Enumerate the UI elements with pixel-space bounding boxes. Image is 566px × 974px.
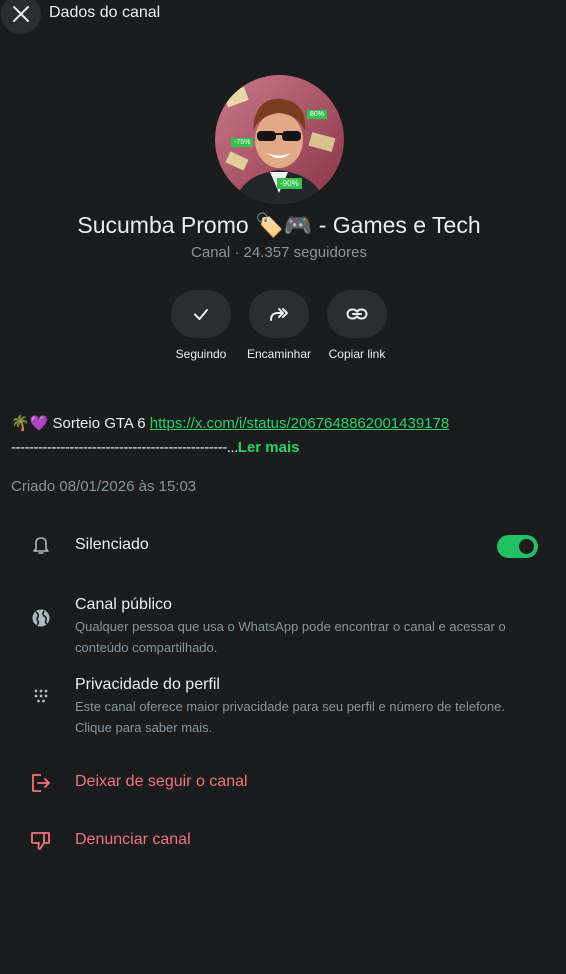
copy-link-label: Copiar link	[328, 347, 386, 361]
report-label: Denunciar canal	[75, 831, 191, 848]
discount-badge: 80%	[307, 110, 328, 119]
channel-followers: Canal · 24.357 seguidores	[191, 244, 367, 261]
profile-privacy-title: Privacidade do perfil	[75, 676, 220, 693]
mute-toggle[interactable]	[497, 535, 538, 558]
forward-label: Encaminhar	[246, 347, 312, 361]
discount-badge: -75%	[231, 138, 254, 147]
public-channel-title: Canal público	[75, 596, 172, 613]
created-date: Criado 08/01/2026 às 15:03	[11, 478, 197, 495]
muted-row[interactable]: Silenciado	[0, 534, 566, 558]
discount-badge: -90%	[277, 178, 302, 189]
unfollow-row[interactable]: Deixar de seguir o canal	[0, 772, 566, 794]
bell-icon	[33, 537, 49, 554]
read-more-link[interactable]: Ler mais	[238, 439, 300, 456]
following-label: Seguindo	[175, 347, 227, 361]
public-channel-description: Qualquer pessoa que usa o WhatsApp pode …	[75, 619, 506, 655]
globe-icon	[32, 609, 50, 627]
link-icon	[346, 308, 368, 320]
forward-icon	[270, 308, 288, 321]
following-button[interactable]: Seguindo	[161, 290, 241, 361]
description-text: 🌴💜 Sorteio GTA 6	[11, 415, 150, 432]
description-separator: ----------------------------------------…	[11, 439, 238, 456]
profile-privacy-description: Este canal oferece maior privacidade par…	[75, 699, 505, 735]
check-icon	[194, 309, 208, 320]
close-button[interactable]	[1, 0, 41, 34]
dots-grid-icon	[34, 689, 48, 703]
close-icon	[13, 6, 29, 22]
header: Dados do canal	[0, 0, 566, 34]
exit-icon	[32, 774, 50, 792]
description-link[interactable]: https://x.com/i/status/20676488620014391…	[150, 415, 449, 432]
unfollow-label: Deixar de seguir o canal	[75, 773, 248, 790]
copy-link-button[interactable]: Copiar link	[317, 290, 397, 361]
channel-name: Sucumba Promo 🏷️🎮 - Games e Tech	[77, 212, 481, 238]
toggle-knob	[519, 539, 534, 554]
public-channel-row: Canal público Qualquer pessoa que usa o …	[0, 596, 566, 656]
page-title: Dados do canal	[49, 4, 161, 21]
report-row[interactable]: Denunciar canal	[0, 830, 566, 852]
profile-privacy-row[interactable]: Privacidade do perfil Este canal oferece…	[0, 676, 566, 736]
channel-avatar[interactable]: 80% -75% -90%	[215, 75, 344, 204]
muted-label: Silenciado	[75, 536, 149, 553]
forward-button[interactable]: Encaminhar	[239, 290, 319, 361]
channel-description: 🌴💜 Sorteio GTA 6 https://x.com/i/status/…	[11, 412, 556, 460]
thumbs-down-icon	[30, 832, 50, 850]
